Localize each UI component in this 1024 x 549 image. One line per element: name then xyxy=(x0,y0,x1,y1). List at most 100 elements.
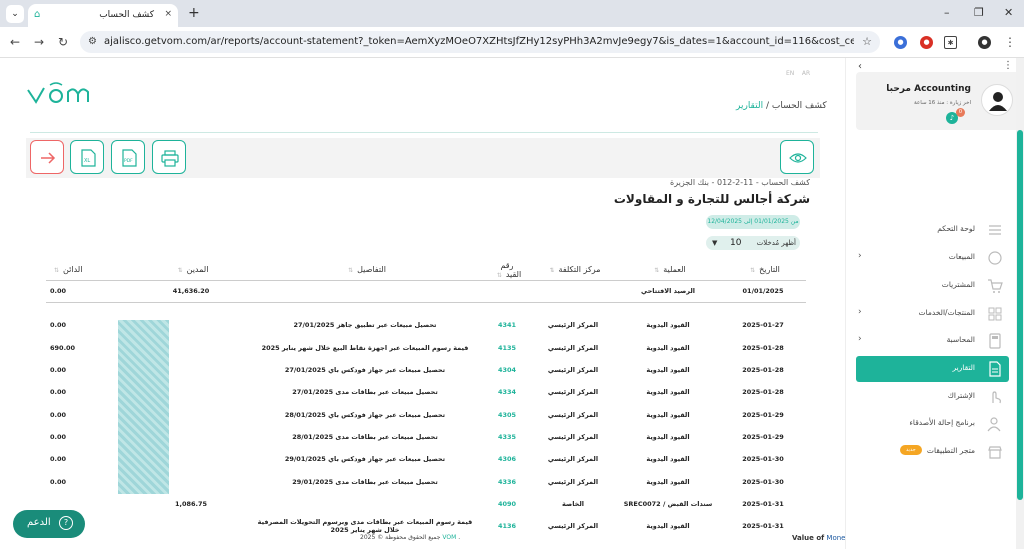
opening-credit: 0.00 xyxy=(46,280,136,303)
tab-close-icon[interactable]: × xyxy=(164,9,172,19)
extensions-puzzle-icon[interactable]: ✱ xyxy=(944,36,957,49)
avatar[interactable] xyxy=(981,84,1013,116)
forward-icon[interactable]: → xyxy=(34,35,44,49)
header-details[interactable]: التفاصيل⇅ xyxy=(246,260,484,281)
arrow-right-icon xyxy=(41,152,56,164)
browser-tab[interactable]: ⌂ كشف الحساب × xyxy=(28,4,178,27)
tab-search-button[interactable]: ⌄ xyxy=(6,5,24,23)
collapse-sidebar-icon[interactable]: ‹ xyxy=(858,61,862,72)
sort-icon: ⇅ xyxy=(549,267,555,275)
url-omnibox[interactable]: ⚙ ajalisco.getvom.com/ar/reports/account… xyxy=(80,31,880,53)
header-credit[interactable]: الدائن⇅ xyxy=(46,260,136,281)
store-icon xyxy=(988,446,1002,459)
sidebar-item-4[interactable]: المحاسبة › xyxy=(856,328,1009,354)
cell-ref[interactable]: 4334 xyxy=(484,381,530,403)
pdf-file-icon: PDF xyxy=(122,149,137,167)
cell-details: تحصيل مبيعات عبر جهاز فودكس باي 27/01/20… xyxy=(284,366,446,375)
sidebar-item-0[interactable]: لوحة التحكم xyxy=(856,217,1009,243)
breadcrumb-current: كشف الحساب xyxy=(771,101,827,111)
cell-cost-center: المركز الرئيسي xyxy=(547,388,599,397)
bookmark-star-icon[interactable]: ☆ xyxy=(862,35,872,48)
coins-icon xyxy=(988,251,1002,265)
help-label: الدعم xyxy=(27,517,51,528)
cart-icon xyxy=(988,279,1003,293)
close-window-icon[interactable]: ✕ xyxy=(1004,6,1013,19)
sidebar-item-8[interactable]: متجر التطبيقات جديد xyxy=(856,439,1009,465)
sidebar-item-label: متجر التطبيقات xyxy=(926,446,975,455)
svg-text:XL: XL xyxy=(84,158,90,164)
sidebar-item-1[interactable]: المبيعات › xyxy=(856,245,1009,271)
footer-prefix: جميع الحقوق محفوظة © 2025 xyxy=(360,534,441,541)
cell-details: تحصيل مبيعات عبر تطبيق جاهز 27/01/2025 xyxy=(293,321,437,330)
page-content: EN AR كشف الحساب / التقارير XL PDF كشف ا… xyxy=(0,58,1024,549)
spacer-row xyxy=(46,302,806,314)
tab-title: كشف الحساب xyxy=(99,10,154,20)
breadcrumb-reports-link[interactable]: التقارير xyxy=(736,101,763,111)
vom-logo-icon xyxy=(27,82,89,104)
cell-debit: 1,086.75 xyxy=(174,499,208,508)
reload-icon[interactable]: ↻ xyxy=(58,35,68,49)
cell-ref[interactable]: 4336 xyxy=(484,470,530,492)
maximize-icon[interactable]: ❐ xyxy=(974,6,984,19)
list-icon xyxy=(989,225,1001,235)
sidebar-item-label: التقارير xyxy=(952,363,975,372)
back-icon[interactable]: ← xyxy=(10,35,20,49)
cell-cost-center: المركز الرئيسي xyxy=(547,455,599,464)
sidebar-item-label: برنامج إحالة الأصدقاء xyxy=(909,418,975,427)
calculator-icon xyxy=(989,333,1001,349)
cell-ref[interactable]: 4304 xyxy=(484,359,530,381)
sidebar-item-label: المحاسبة xyxy=(946,335,975,344)
cell-ref[interactable]: 4136 xyxy=(484,515,530,537)
header-ref[interactable]: رقم القيد⇅ xyxy=(484,260,530,281)
cell-ref[interactable]: 4090 xyxy=(484,493,530,515)
cell-ref[interactable]: 4341 xyxy=(484,314,530,336)
cell-ref[interactable]: 4305 xyxy=(484,403,530,425)
lang-en-link[interactable]: EN xyxy=(786,70,794,77)
extension-shield-icon[interactable]: ● xyxy=(920,36,933,49)
export-excel-button[interactable]: XL xyxy=(70,140,104,174)
sort-icon: ⇅ xyxy=(54,267,60,275)
cell-operation: القيود اليدوية xyxy=(646,477,690,486)
cell-ref[interactable]: 4335 xyxy=(484,426,530,448)
cell-cost-center: المركز الرئيسي xyxy=(547,366,599,375)
minimize-icon[interactable]: – xyxy=(944,6,950,19)
header-operation[interactable]: العملية⇅ xyxy=(616,260,720,281)
extension-globe-icon[interactable]: ● xyxy=(894,36,907,49)
footer-brand[interactable]: VOM xyxy=(442,534,456,541)
scrollbar-thumb[interactable] xyxy=(1017,130,1023,500)
cell-date: 2025-01-28 xyxy=(742,366,784,375)
cell-ref[interactable]: 4306 xyxy=(484,448,530,470)
sidebar-item-3[interactable]: المنتجات/الخدمات › xyxy=(856,301,1009,327)
sidebar-item-2[interactable]: المشتريات xyxy=(856,273,1009,299)
browser-menu-icon[interactable]: ⋮ xyxy=(1004,35,1016,49)
export-pdf-button[interactable]: PDF xyxy=(111,140,145,174)
breadcrumb: كشف الحساب / التقارير xyxy=(736,101,827,111)
toggle-view-button[interactable] xyxy=(780,140,814,174)
cell-cost-center: المركز الرئيسي xyxy=(547,522,599,531)
cell-operation: سندات القبض / SREC0072 xyxy=(623,499,713,508)
entries-per-page-select[interactable]: أظهر مُدخلات 10 ▼ xyxy=(706,236,800,250)
sidebar-item-5[interactable]: التقارير xyxy=(856,356,1009,382)
header-cost-center[interactable]: مركز التكلفة⇅ xyxy=(530,260,616,281)
url-text[interactable]: ajalisco.getvom.com/ar/reports/account-s… xyxy=(104,36,854,47)
cell-operation: القيود اليدوية xyxy=(646,321,690,330)
header-debit[interactable]: المدين⇅ xyxy=(136,260,246,281)
value-of-money: Value of Money xyxy=(792,534,850,542)
help-support-button[interactable]: الدعم ? xyxy=(13,510,85,538)
header-date[interactable]: التاريخ⇅ xyxy=(720,260,806,281)
sidebar-item-7[interactable]: برنامج إحالة الأصدقاء xyxy=(856,411,1009,437)
print-button[interactable] xyxy=(152,140,186,174)
sidebar-item-label: المشتريات xyxy=(941,280,975,289)
cell-ref[interactable]: 4135 xyxy=(484,337,530,359)
more-options-icon[interactable]: ⋮ xyxy=(1003,60,1013,71)
redacted-debit-values xyxy=(118,320,169,494)
lang-ar-link[interactable]: AR xyxy=(802,70,810,77)
notification-count: 0 xyxy=(956,108,965,117)
cell-debit xyxy=(136,515,246,537)
cell-cost-center: المركز الرئيسي xyxy=(547,321,599,330)
site-info-icon[interactable]: ⚙ xyxy=(88,36,97,47)
sidebar-item-6[interactable]: الإشتراك xyxy=(856,384,1009,410)
new-tab-button[interactable]: + xyxy=(188,5,200,21)
profile-avatar-icon[interactable]: ● xyxy=(978,36,991,49)
back-arrow-button[interactable] xyxy=(30,140,64,174)
